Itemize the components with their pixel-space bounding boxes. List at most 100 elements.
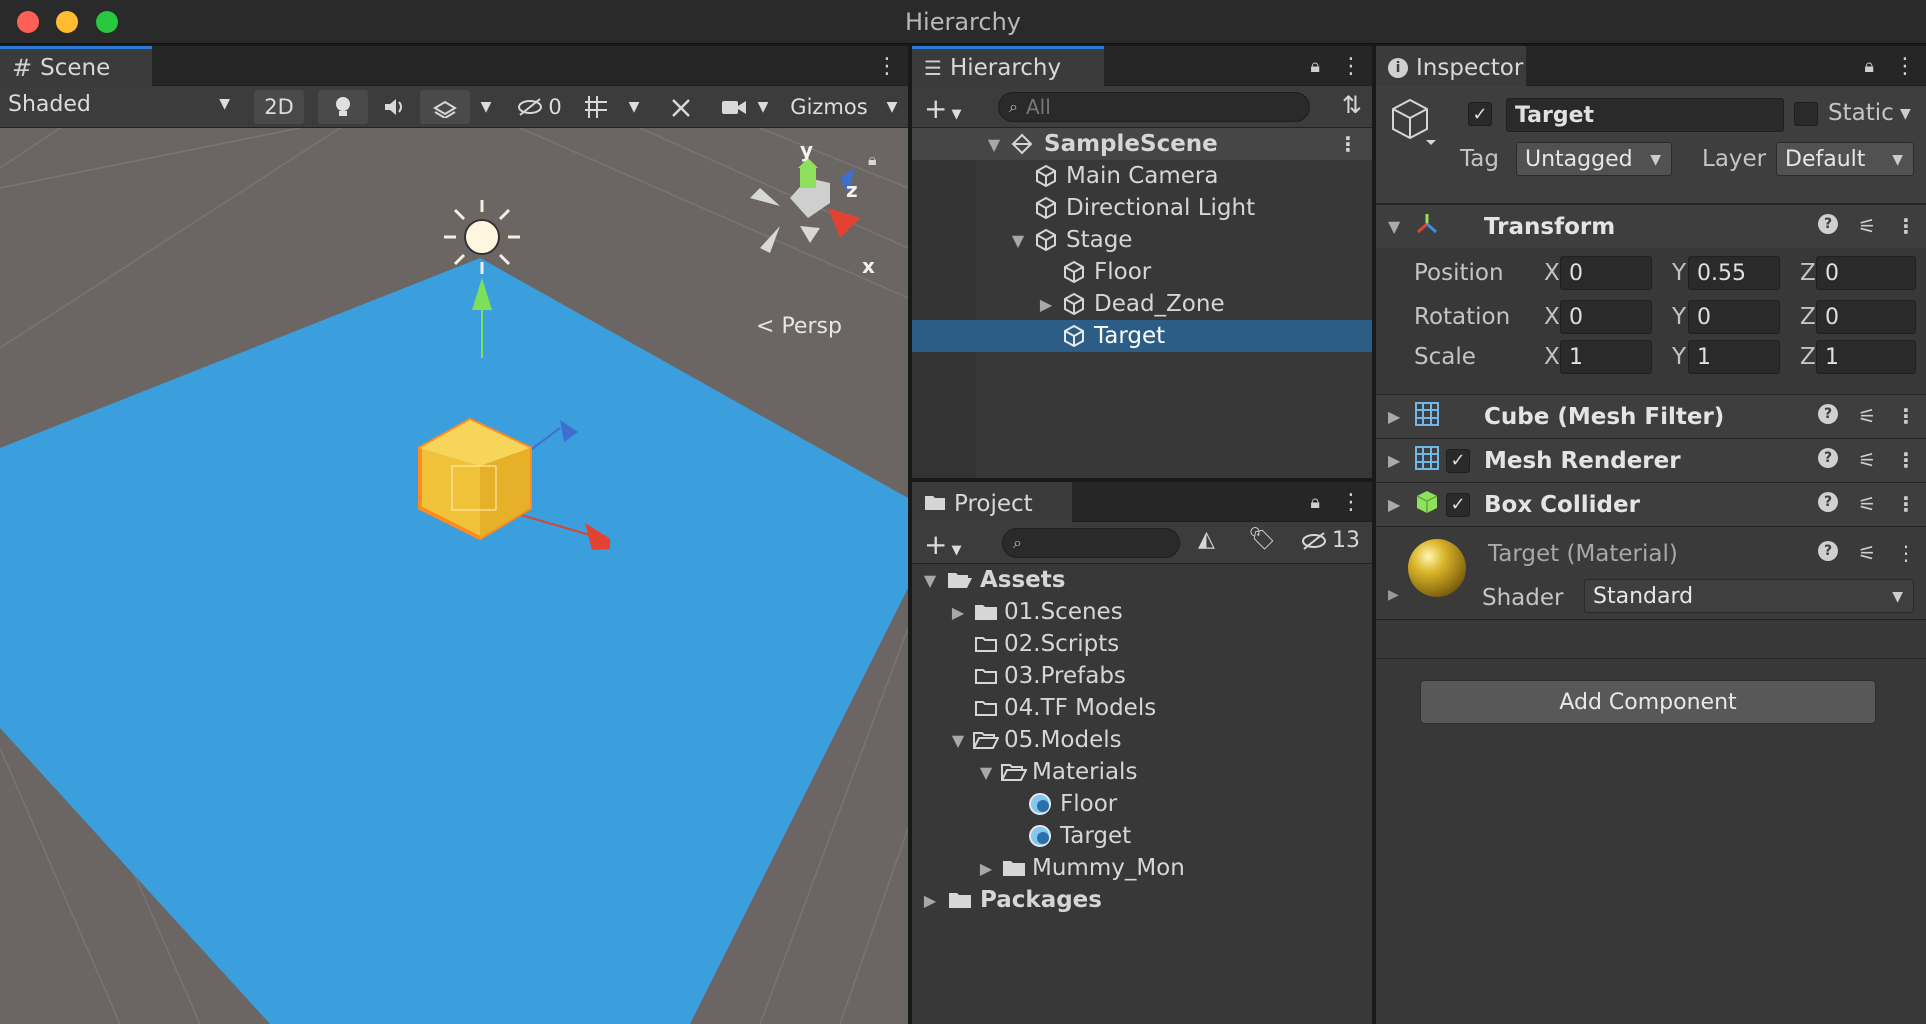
- help-icon[interactable]: ?: [1818, 448, 1839, 468]
- help-icon[interactable]: ?: [1818, 541, 1839, 561]
- gizmos-button[interactable]: Gizmos: [782, 90, 876, 124]
- project-item-scripts[interactable]: 02.Scripts: [912, 628, 1372, 660]
- expand-arrow-icon[interactable]: ▶: [948, 603, 968, 622]
- project-item-packages[interactable]: ▶ Packages: [912, 884, 1372, 916]
- material-preview-sphere[interactable]: [1408, 539, 1466, 597]
- lock-icon[interactable]: 🔒︎: [868, 150, 877, 170]
- lock-icon[interactable]: 🔒︎: [1310, 492, 1320, 513]
- scene-viewport[interactable]: y z x 🔒︎ < Persp: [0, 128, 908, 1024]
- presets-icon[interactable]: ⚟: [1858, 492, 1876, 516]
- camera-dropdown[interactable]: ▼: [750, 90, 776, 124]
- presets-icon[interactable]: ⚟: [1858, 541, 1876, 565]
- project-item-mummy-mon[interactable]: ▶ Mummy_Mon: [912, 852, 1372, 884]
- hierarchy-item-directional-light[interactable]: Directional Light: [912, 192, 1372, 224]
- expand-arrow-icon[interactable]: ▼: [976, 763, 996, 782]
- rotation-x-field[interactable]: 0: [1560, 300, 1652, 334]
- tab-project[interactable]: Project: [912, 482, 1072, 522]
- expand-arrow-icon[interactable]: ▶: [920, 891, 940, 910]
- filter-by-label-icon[interactable]: 🏷︎: [1248, 527, 1276, 552]
- lock-icon[interactable]: 🔒︎: [1864, 56, 1874, 77]
- filter-by-type-icon[interactable]: ◭: [1198, 527, 1215, 552]
- rotation-z-field[interactable]: 0: [1816, 300, 1916, 334]
- toggle-2d-button[interactable]: 2D: [254, 90, 304, 124]
- lighting-toggle-button[interactable]: [318, 90, 368, 124]
- scene-visibility-button[interactable]: 0: [510, 90, 568, 124]
- layer-dropdown[interactable]: Default ▼: [1776, 142, 1914, 176]
- box-collider-header[interactable]: ▶ ✓ Box Collider ? ⚟ ⋮: [1376, 482, 1926, 526]
- hierarchy-item-floor[interactable]: Floor: [912, 256, 1372, 288]
- more-options-icon[interactable]: ⋮: [1894, 54, 1916, 79]
- effects-dropdown[interactable]: ▼: [472, 90, 500, 124]
- object-name-field[interactable]: Target: [1506, 98, 1784, 132]
- sort-icon[interactable]: ⇅: [1342, 91, 1362, 119]
- expand-arrow-icon[interactable]: ▼: [984, 135, 1004, 154]
- audio-toggle-button[interactable]: [372, 90, 416, 124]
- rotation-y-field[interactable]: 0: [1688, 300, 1780, 334]
- expand-arrow-icon[interactable]: ▼: [1008, 231, 1028, 250]
- project-item-floor-material[interactable]: Floor: [912, 788, 1372, 820]
- help-icon[interactable]: ?: [1818, 492, 1839, 512]
- gizmos-dropdown[interactable]: ▼: [878, 90, 906, 124]
- more-options-icon[interactable]: ⋮: [1338, 132, 1358, 156]
- more-options-icon[interactable]: ⋮: [1896, 541, 1916, 565]
- hierarchy-item-stage[interactable]: ▼ Stage: [912, 224, 1372, 256]
- static-checkbox[interactable]: [1794, 102, 1818, 126]
- mesh-renderer-header[interactable]: ▶ ✓ Mesh Renderer ? ⚟ ⋮: [1376, 438, 1926, 482]
- more-options-icon[interactable]: ⋮: [1896, 492, 1916, 516]
- expand-arrow-icon[interactable]: ▶: [1388, 495, 1414, 514]
- more-options-icon[interactable]: ⋮: [876, 54, 898, 79]
- project-search-input[interactable]: ⌕: [1002, 528, 1180, 558]
- help-icon[interactable]: ?: [1818, 214, 1839, 234]
- expand-arrow-icon[interactable]: ▶: [1388, 451, 1414, 470]
- tools-button[interactable]: [662, 90, 702, 124]
- hidden-packages-toggle[interactable]: 13: [1300, 528, 1360, 553]
- active-checkbox[interactable]: ✓: [1468, 102, 1492, 126]
- expand-arrow-icon[interactable]: ▼: [920, 571, 940, 590]
- more-options-icon[interactable]: ⋮: [1340, 54, 1362, 79]
- box-collider-enabled-checkbox[interactable]: ✓: [1446, 492, 1470, 517]
- directional-light-gizmo[interactable]: [432, 198, 532, 358]
- expand-arrow-icon[interactable]: ▶: [1388, 407, 1414, 426]
- target-cube[interactable]: [410, 408, 610, 568]
- projection-toggle[interactable]: < Persp: [756, 314, 842, 339]
- scene-root-row[interactable]: ▼ SampleScene ⋮: [912, 128, 1372, 160]
- mesh-renderer-enabled-checkbox[interactable]: ✓: [1446, 448, 1470, 473]
- mesh-filter-header[interactable]: ▶ Cube (Mesh Filter) ? ⚟ ⋮: [1376, 394, 1926, 438]
- hierarchy-search-input[interactable]: ⌕ All: [998, 92, 1310, 122]
- project-item-assets[interactable]: ▼ Assets: [912, 564, 1372, 596]
- position-x-field[interactable]: 0: [1560, 256, 1652, 290]
- chevron-down-icon[interactable]: ▼: [1900, 106, 1911, 122]
- more-options-icon[interactable]: ⋮: [1896, 214, 1916, 238]
- expand-arrow-icon[interactable]: ▶: [976, 859, 996, 878]
- project-item-prefabs[interactable]: 03.Prefabs: [912, 660, 1372, 692]
- gameobject-icon[interactable]: [1388, 96, 1436, 152]
- camera-settings-button[interactable]: [714, 90, 754, 124]
- tab-inspector[interactable]: i Inspector: [1376, 46, 1526, 86]
- scale-y-field[interactable]: 1: [1688, 340, 1780, 374]
- position-y-field[interactable]: 0.55: [1688, 256, 1780, 290]
- expand-arrow-icon[interactable]: ▶: [1036, 295, 1056, 314]
- project-item-scenes[interactable]: ▶ 01.Scenes: [912, 596, 1372, 628]
- project-item-materials[interactable]: ▼ Materials: [912, 756, 1372, 788]
- collapse-arrow-icon[interactable]: ▼: [1388, 217, 1414, 236]
- presets-icon[interactable]: ⚟: [1858, 404, 1876, 428]
- transform-header[interactable]: ▼ Transform ? ⚟ ⋮: [1376, 204, 1926, 248]
- create-asset-button[interactable]: + ▼: [924, 528, 961, 561]
- create-button[interactable]: + ▼: [924, 92, 961, 125]
- expand-arrow-icon[interactable]: ▼: [948, 731, 968, 750]
- tab-hierarchy[interactable]: ☰ Hierarchy: [912, 46, 1104, 86]
- grid-toggle-button[interactable]: [576, 90, 616, 124]
- shader-dropdown[interactable]: Standard ▼: [1584, 579, 1914, 613]
- add-component-button[interactable]: Add Component: [1420, 680, 1876, 724]
- hierarchy-item-target[interactable]: Target: [912, 320, 1372, 352]
- hierarchy-item-main-camera[interactable]: Main Camera: [912, 160, 1372, 192]
- expand-arrow-icon[interactable]: ▶: [1388, 587, 1399, 603]
- position-z-field[interactable]: 0: [1816, 256, 1916, 290]
- presets-icon[interactable]: ⚟: [1858, 448, 1876, 472]
- effects-toggle-button[interactable]: [420, 90, 470, 124]
- help-icon[interactable]: ?: [1818, 404, 1839, 424]
- more-options-icon[interactable]: ⋮: [1340, 490, 1362, 515]
- tab-scene[interactable]: # Scene: [0, 46, 152, 86]
- grid-dropdown[interactable]: ▼: [620, 90, 648, 124]
- more-options-icon[interactable]: ⋮: [1896, 404, 1916, 428]
